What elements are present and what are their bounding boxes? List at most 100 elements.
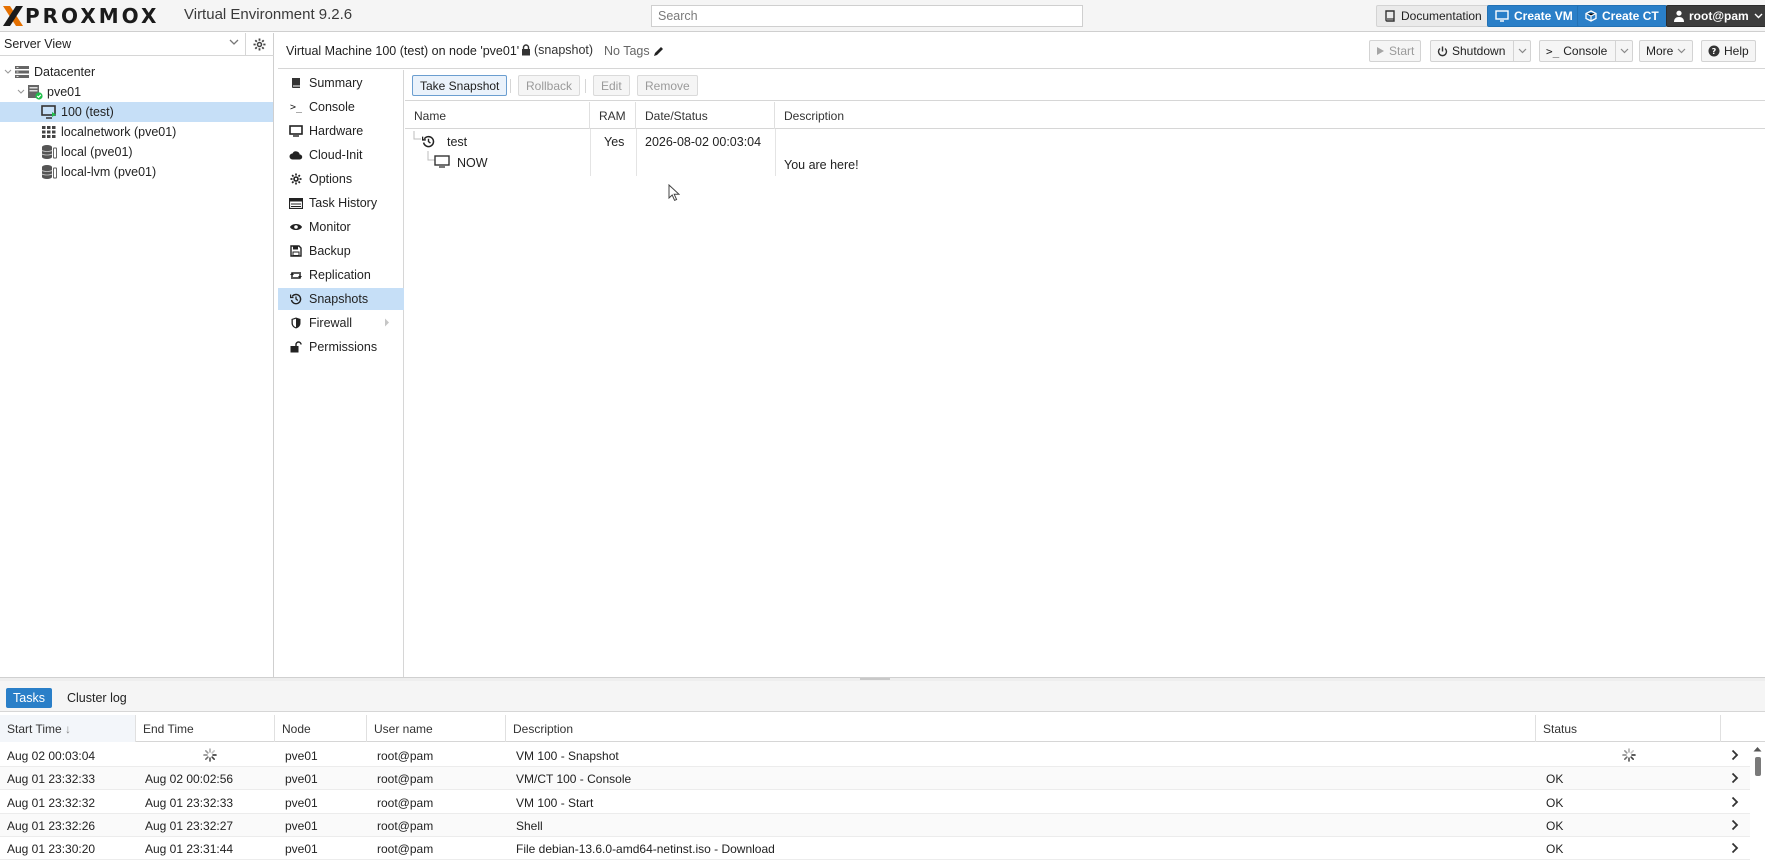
- snapshot-toolbar: Take Snapshot Rollback Edit Remove: [405, 70, 1765, 101]
- scrollbar-thumb[interactable]: [1755, 757, 1761, 776]
- node-online-icon: [28, 85, 43, 100]
- console-label: Console: [1563, 44, 1608, 58]
- column-header-label: Start Time: [7, 722, 62, 736]
- user-menu-button[interactable]: root@pam: [1666, 5, 1765, 27]
- content-header: Virtual Machine 100 (test) on node 'pve0…: [278, 33, 1765, 69]
- chevron-right-icon[interactable]: [1731, 796, 1739, 808]
- task-node: pve01: [285, 795, 318, 810]
- scroll-up-icon[interactable]: [1752, 745, 1763, 753]
- column-header-description[interactable]: Description: [775, 102, 1765, 129]
- chevron-right-icon[interactable]: [1731, 819, 1739, 831]
- column-header-description[interactable]: Description: [506, 715, 1536, 742]
- task-row[interactable]: Aug 02 00:03:04 pve01 root@pam VM 100 - Sna…: [0, 744, 1750, 767]
- column-header-name[interactable]: Name: [405, 102, 590, 129]
- take-snapshot-button[interactable]: Take Snapshot: [412, 75, 508, 96]
- task-start-time: Aug 01 23:30:20: [7, 842, 96, 857]
- nav-item-permissions[interactable]: Permissions: [278, 336, 404, 358]
- tree-item-localnetwork[interactable]: localnetwork (pve01): [0, 122, 273, 142]
- column-header-start-time[interactable]: Start Time ↓: [0, 715, 136, 742]
- snapshot-row-current[interactable]: NOW You are here!: [405, 151, 1765, 175]
- nav-item-label: Summary: [309, 76, 363, 90]
- tree-item-pve01[interactable]: pve01: [0, 82, 273, 102]
- book-icon: [288, 75, 304, 91]
- task-row[interactable]: Aug 01 23:32:32 Aug 01 23:32:33 pve01 root@…: [0, 791, 1750, 814]
- start-button[interactable]: Start: [1369, 40, 1422, 62]
- tasks-scrollbar[interactable]: [1752, 745, 1763, 866]
- help-label: Help: [1724, 44, 1749, 58]
- chevron-right-icon[interactable]: [384, 318, 390, 327]
- pencil-icon[interactable]: [653, 46, 664, 57]
- nav-item-cloud-init[interactable]: Cloud-Init: [278, 144, 404, 166]
- task-row[interactable]: Aug 01 23:32:26 Aug 01 23:32:27 pve01 root@…: [0, 813, 1750, 837]
- chevron-right-icon[interactable]: [1731, 842, 1739, 854]
- nav-item-snapshots[interactable]: Snapshots: [278, 288, 404, 310]
- shutdown-button[interactable]: Shutdown: [1430, 40, 1532, 62]
- nav-item-backup[interactable]: Backup: [278, 240, 404, 262]
- chevron-right-icon[interactable]: [1731, 772, 1739, 784]
- history-icon: [288, 291, 304, 307]
- chevron-down-icon[interactable]: [1518, 48, 1527, 54]
- nav-item-console[interactable]: >_ Console: [278, 96, 404, 118]
- snapshot-row[interactable]: test Yes 2026-08-02 00:03:04: [405, 130, 1765, 152]
- nav-item-options[interactable]: Options: [278, 168, 404, 190]
- documentation-button[interactable]: Documentation: [1376, 5, 1490, 27]
- proxmox-logo[interactable]: PROXMOX: [2, 3, 159, 29]
- eye-icon: [288, 219, 304, 235]
- tree-item-vm-100[interactable]: 100 (test): [0, 102, 273, 122]
- console-button[interactable]: >_ Console: [1539, 40, 1634, 62]
- nav-item-task-history[interactable]: Task History: [278, 192, 404, 214]
- column-header-status[interactable]: Status: [1536, 715, 1721, 742]
- create-ct-label: Create CT: [1602, 9, 1659, 23]
- tags-editor[interactable]: No Tags: [604, 44, 664, 58]
- column-header-node[interactable]: Node: [275, 715, 367, 742]
- task-description: VM 100 - Snapshot: [516, 749, 619, 763]
- view-selector-value: Server View: [4, 37, 72, 51]
- task-start-time: Aug 01 23:32:26: [7, 818, 96, 833]
- column-header-ram[interactable]: RAM: [590, 102, 636, 129]
- search-input[interactable]: [651, 5, 1083, 27]
- tree-item-local-lvm-storage[interactable]: local-lvm (pve01): [0, 162, 273, 182]
- create-vm-button[interactable]: Create VM: [1487, 5, 1581, 27]
- tree-item-datacenter[interactable]: Datacenter: [0, 62, 273, 82]
- task-status: OK: [1546, 842, 1564, 857]
- monitor-icon: [1495, 10, 1509, 22]
- task-user: root@pam: [377, 772, 434, 787]
- tree-item-local-storage[interactable]: local (pve01): [0, 142, 273, 162]
- chevron-down-icon[interactable]: [1620, 48, 1629, 54]
- nav-item-label: Task History: [309, 196, 378, 210]
- task-row[interactable]: Aug 01 23:32:33 Aug 02 00:02:56 pve01 root@…: [0, 767, 1750, 791]
- nav-item-replication[interactable]: Replication: [278, 264, 404, 286]
- sort-desc-icon: ↓: [65, 722, 72, 736]
- column-header-end-time[interactable]: End Time: [136, 715, 275, 742]
- tree-item-label: pve01: [47, 85, 82, 99]
- collapse-toggle-icon[interactable]: [3, 67, 13, 77]
- question-circle-icon: ?: [1708, 45, 1720, 57]
- nav-item-monitor[interactable]: Monitor: [278, 216, 404, 238]
- tab-cluster-log[interactable]: Cluster log: [60, 688, 134, 708]
- chevron-down-icon: [229, 39, 239, 45]
- remove-button[interactable]: Remove: [637, 75, 698, 96]
- column-header-date-status[interactable]: Date/Status: [636, 102, 775, 129]
- nav-item-summary[interactable]: Summary: [278, 72, 404, 94]
- create-ct-button[interactable]: Create CT: [1577, 5, 1667, 27]
- more-button[interactable]: More: [1639, 40, 1694, 62]
- datacenter-icon: [15, 66, 29, 78]
- edit-button[interactable]: Edit: [593, 75, 630, 96]
- help-button[interactable]: ? Help: [1701, 40, 1756, 62]
- nav-item-firewall[interactable]: Firewall: [278, 312, 404, 334]
- task-end-time: Aug 01 23:31:44: [145, 842, 234, 857]
- list-icon: [288, 195, 304, 211]
- task-description: VM 100 - Start: [516, 795, 594, 810]
- tab-tasks[interactable]: Tasks: [6, 688, 52, 708]
- terminal-icon: >_: [289, 101, 303, 113]
- column-header-user-name[interactable]: User name: [367, 715, 506, 742]
- view-selector[interactable]: Server View: [0, 33, 246, 56]
- chevron-right-icon[interactable]: [1731, 749, 1739, 761]
- lock-status-label: (snapshot): [534, 43, 594, 57]
- collapse-toggle-icon[interactable]: [16, 87, 26, 97]
- network-grid-icon: [42, 126, 56, 138]
- task-row[interactable]: Aug 01 23:30:20 Aug 01 23:31:44 pve01 root@…: [0, 837, 1750, 861]
- nav-item-hardware[interactable]: Hardware: [278, 120, 404, 142]
- rollback-button[interactable]: Rollback: [518, 75, 581, 96]
- gear-icon[interactable]: [253, 38, 266, 51]
